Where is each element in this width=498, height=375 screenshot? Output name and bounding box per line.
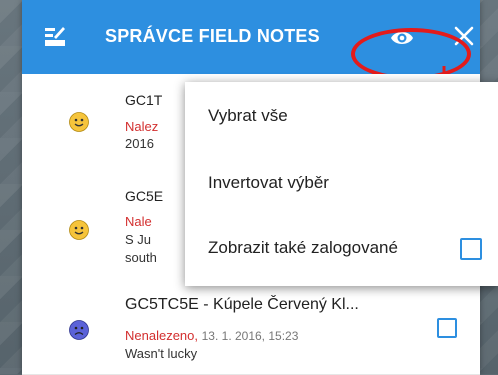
cache-code: GC5TC5E - Kúpele Červený Kl... [125, 296, 359, 313]
show-logged-checkbox[interactable] [460, 238, 482, 260]
field-notes-dialog: SPRÁVCE FIELD NOTES GC1T Nalez 2016 GC5E… [22, 0, 498, 375]
menu-item-show-logged[interactable]: Zobrazit také zalogované [208, 238, 398, 258]
cache-note: 2016 [125, 136, 154, 151]
smiley-sad-icon [69, 320, 89, 340]
row-checkbox[interactable] [437, 318, 457, 338]
smiley-happy-icon [69, 112, 89, 132]
options-menu: Vybrat vše Invertovat výběr Zobrazit tak… [185, 82, 498, 286]
cache-status: Nalez [125, 119, 159, 134]
cache-code: GC5E [125, 188, 164, 204]
cache-status: Nenalezeno, 13. 1. 2016, 15:23 [125, 328, 298, 343]
field-notes-icon[interactable] [44, 26, 66, 48]
cache-note-line2: south [125, 250, 157, 265]
cache-status: Nale [125, 214, 152, 229]
toolbar-title: SPRÁVCE FIELD NOTES [105, 26, 320, 46]
list-item[interactable]: GC5TC5E - Kúpele Červený Kl... Nenalezen… [22, 282, 480, 375]
cache-note: Wasn't lucky [125, 346, 198, 361]
menu-item-select-all[interactable]: Vybrat vše [208, 106, 288, 126]
smiley-happy-icon [69, 220, 89, 240]
menu-item-invert-selection[interactable]: Invertovat výběr [208, 173, 329, 193]
cache-code: GC1T [125, 92, 163, 108]
status-label: Nenalezeno, [125, 328, 198, 343]
status-date: 13. 1. 2016, 15:23 [201, 329, 299, 343]
cache-note: S Ju [125, 232, 152, 247]
